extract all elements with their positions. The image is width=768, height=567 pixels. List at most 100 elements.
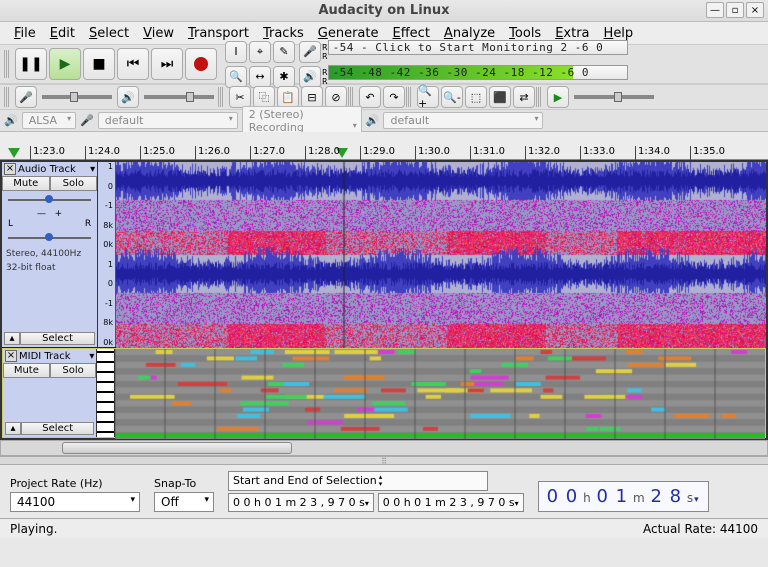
rec-level-icon: 🎤 <box>299 41 321 63</box>
track-name[interactable]: MIDI Track <box>19 351 71 362</box>
zoom-out-button[interactable]: 🔍- <box>441 86 463 108</box>
menu-file[interactable]: File <box>8 24 42 43</box>
zoom-toggle-button[interactable]: ⇄ <box>513 86 535 108</box>
menu-select[interactable]: Select <box>83 24 135 43</box>
selection-tool[interactable]: I <box>225 41 247 63</box>
trim-button[interactable]: ⊟ <box>301 86 323 108</box>
rec-device-select[interactable]: default <box>98 112 238 129</box>
record-meter[interactable]: -54 - Click to Start Monitoring 2 -6 0 <box>328 40 628 55</box>
track-collapse[interactable]: ▴ <box>4 332 20 345</box>
midi-track: ×MIDI Track▾ MuteSolo ▴Select <box>2 348 766 438</box>
host-icon: 🔊 <box>4 114 18 127</box>
mute-button[interactable]: Mute <box>2 176 50 191</box>
ruler-tick: 1:26.0 <box>195 146 230 160</box>
ruler-tick: 1:35.0 <box>690 146 725 160</box>
undo-button[interactable]: ↶ <box>359 86 381 108</box>
ruler-tick: 1:28.0 <box>305 146 340 160</box>
track-collapse[interactable]: ▴ <box>5 422 21 435</box>
pan-slider[interactable] <box>8 231 91 245</box>
time-ruler[interactable]: 1:23.01:24.01:25.01:26.01:27.01:28.01:29… <box>0 132 768 160</box>
selection-toolbar: Project Rate (Hz) 44100 Snap-To Off Star… <box>0 464 768 518</box>
gain-slider[interactable] <box>8 193 91 207</box>
track-panel[interactable]: ×Audio Track▾ MuteSolo — + LR Stereo, 44… <box>2 162 98 347</box>
waveform-display[interactable] <box>116 162 766 347</box>
status-message: Playing. <box>10 522 57 536</box>
fit-project-button[interactable]: ⬛ <box>489 86 511 108</box>
midi-display[interactable] <box>115 349 765 437</box>
ruler-tick: 1:33.0 <box>580 146 615 160</box>
track-select-button[interactable]: Select <box>20 332 95 345</box>
ruler-tick: 1:25.0 <box>140 146 175 160</box>
track-close-button[interactable]: × <box>4 163 16 175</box>
quick-play-head[interactable] <box>8 148 20 158</box>
play-volume-icon: 🔊 <box>117 86 139 108</box>
snap-to-label: Snap-To <box>154 477 214 490</box>
toolbar-grip[interactable] <box>4 50 10 78</box>
selection-mode-select[interactable]: Start and End of Selection▴▾ <box>228 471 488 491</box>
skip-start-button[interactable]: ⏮ <box>117 48 149 80</box>
selection-end-field[interactable]: 0 0 h 0 1 m 2 3 , 9 7 0 s▾ <box>378 493 524 512</box>
piano-scale[interactable] <box>97 349 115 437</box>
track-close-button[interactable]: × <box>5 350 17 362</box>
copy-button[interactable]: ⿻ <box>253 86 275 108</box>
rec-channels-select[interactable]: 2 (Stereo) Recording <box>242 106 362 136</box>
menu-view[interactable]: View <box>137 24 180 43</box>
play-speed-slider[interactable] <box>574 95 654 99</box>
multi-tool[interactable]: ✱ <box>273 66 295 88</box>
play-volume-slider[interactable] <box>144 95 214 99</box>
ruler-tick: 1:29.0 <box>360 146 395 160</box>
paste-button[interactable]: 📋 <box>277 86 299 108</box>
skip-end-button[interactable]: ⏭ <box>151 48 183 80</box>
mute-button[interactable]: Mute <box>3 363 50 378</box>
toolbar-grip[interactable] <box>4 87 10 107</box>
horizontal-scrollbar[interactable] <box>0 440 768 456</box>
close-button[interactable]: × <box>746 2 764 18</box>
zoom-in-button[interactable]: 🔍+ <box>417 86 439 108</box>
title-bar: Audacity on Linux — ▫ × <box>0 0 768 22</box>
redo-button[interactable]: ↷ <box>383 86 405 108</box>
ruler-tick: 1:32.0 <box>525 146 560 160</box>
audio-position-display[interactable]: 0 0 h 0 1 m 2 8 s▾ <box>538 481 709 512</box>
solo-button[interactable]: Solo <box>50 363 97 378</box>
menu-edit[interactable]: Edit <box>44 24 81 43</box>
rec-volume-slider[interactable] <box>42 95 112 99</box>
play-at-speed-button[interactable]: ▶ <box>547 86 569 108</box>
ruler-tick: 1:24.0 <box>85 146 120 160</box>
actual-rate: Actual Rate: 44100 <box>643 522 758 536</box>
track-panel[interactable]: ×MIDI Track▾ MuteSolo ▴Select <box>3 349 97 437</box>
play-device-select[interactable]: default <box>383 112 543 129</box>
track-depth: 32-bit float <box>2 261 97 275</box>
ruler-tick: 1:27.0 <box>250 146 285 160</box>
cut-button[interactable]: ✂ <box>229 86 251 108</box>
pause-button[interactable]: ❚❚ <box>15 48 47 80</box>
selection-start-field[interactable]: 0 0 h 0 1 m 2 3 , 9 7 0 s▾ <box>228 493 374 512</box>
rec-volume-icon: 🎤 <box>15 86 37 108</box>
fit-selection-button[interactable]: ⬚ <box>465 86 487 108</box>
draw-tool[interactable]: ✎ <box>273 41 295 63</box>
silence-button[interactable]: ⊘ <box>325 86 347 108</box>
status-bar: Playing. Actual Rate: 44100 <box>0 518 768 538</box>
record-button[interactable] <box>185 48 217 80</box>
track-select-button[interactable]: Select <box>21 422 94 435</box>
ruler-tick: 1:34.0 <box>635 146 670 160</box>
track-name[interactable]: Audio Track <box>18 164 76 175</box>
timeshift-tool[interactable]: ↔ <box>249 66 271 88</box>
envelope-tool[interactable]: ⌖ <box>249 41 271 63</box>
project-rate-label: Project Rate (Hz) <box>10 477 140 490</box>
snap-to-select[interactable]: Off <box>154 492 214 512</box>
play-button[interactable]: ▶ <box>49 48 81 80</box>
track-format: Stereo, 44100Hz <box>2 247 97 261</box>
stop-button[interactable]: ■ <box>83 48 115 80</box>
solo-button[interactable]: Solo <box>50 176 98 191</box>
zoom-tool[interactable]: 🔍 <box>225 66 247 88</box>
maximize-button[interactable]: ▫ <box>726 2 744 18</box>
audio-track: ×Audio Track▾ MuteSolo — + LR Stereo, 44… <box>2 162 766 348</box>
resize-handle[interactable]: ⠿ <box>0 456 768 464</box>
audio-host-select[interactable]: ALSA <box>22 112 76 129</box>
vertical-scale[interactable]: 10-18k0k10-18k0k <box>98 162 116 347</box>
device-toolbar: 🔊 ALSA 🎤 default 2 (Stereo) Recording 🔊 … <box>0 110 768 132</box>
playback-meter[interactable]: -54 -48 -42 -36 -30 -24 -18 -12 -6 0 <box>328 65 628 80</box>
project-rate-select[interactable]: 44100 <box>10 492 140 512</box>
minimize-button[interactable]: — <box>706 2 724 18</box>
ruler-tick: 1:31.0 <box>470 146 505 160</box>
